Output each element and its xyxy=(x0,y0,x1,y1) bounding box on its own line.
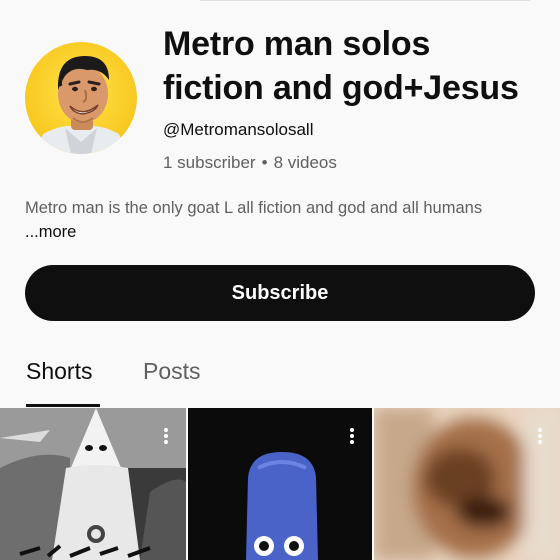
channel-name-line-1: Metro man solos xyxy=(163,25,431,63)
tab-selected-indicator xyxy=(26,404,100,407)
short-thumbnail[interactable] xyxy=(374,408,560,560)
more-vert-icon[interactable] xyxy=(158,426,174,450)
more-vert-icon[interactable] xyxy=(344,426,360,450)
metro-man-avatar-icon xyxy=(35,56,127,154)
short-thumbnail[interactable] xyxy=(188,408,372,560)
video-count: 8 videos xyxy=(273,153,337,172)
channel-avatar[interactable] xyxy=(25,42,137,154)
channel-tabs: Shorts Posts xyxy=(0,350,560,408)
description-text: Metro man is the only goat L all fiction… xyxy=(25,199,483,217)
more-vert-icon[interactable] xyxy=(532,426,548,450)
top-divider xyxy=(200,0,530,1)
channel-stats: 1 subscriber • 8 videos xyxy=(163,153,337,173)
channel-description[interactable]: Metro man is the only goat L all fiction… xyxy=(25,196,525,244)
short-thumbnail[interactable] xyxy=(0,408,186,560)
subscriber-count: 1 subscriber xyxy=(163,153,256,172)
more-link[interactable]: ...more xyxy=(25,223,76,241)
channel-name-line-2: fiction and god+Jesus xyxy=(163,69,519,107)
tab-shorts[interactable]: Shorts xyxy=(26,358,92,385)
channel-handle: @Metromansolosall xyxy=(163,120,314,139)
channel-name: Metro man solos fiction and god+Jesus xyxy=(163,22,543,110)
tab-posts[interactable]: Posts xyxy=(143,358,201,385)
stats-separator: • xyxy=(261,153,268,172)
channel-header: Metro man solos fiction and god+Jesus @M… xyxy=(0,22,560,192)
subscribe-button[interactable]: Subscribe xyxy=(25,265,535,321)
shorts-grid xyxy=(0,408,560,560)
